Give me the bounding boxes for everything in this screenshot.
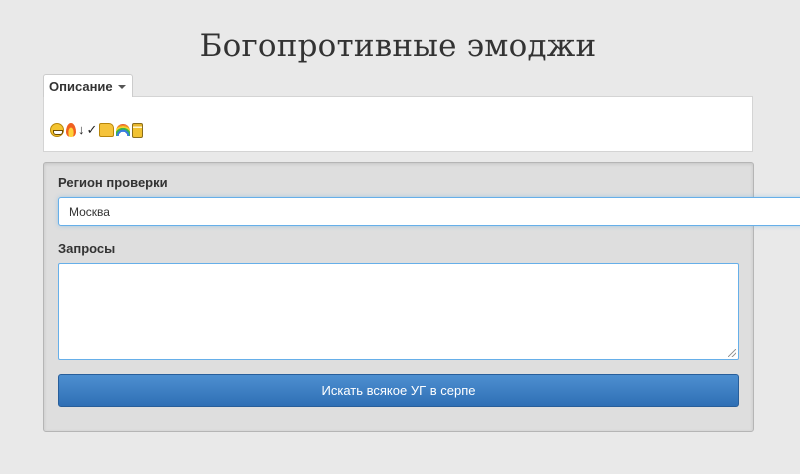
fire-icon <box>66 123 76 137</box>
thumbs-up-icon <box>99 123 115 137</box>
page-title: Богопротивные эмоджи <box>199 28 597 64</box>
grinning-face-icon <box>50 123 64 137</box>
page: Богопротивные эмоджи Описание ↓ ✓ Регион… <box>0 0 800 474</box>
honey-jar-icon <box>132 122 144 138</box>
queries-textarea[interactable] <box>58 263 739 360</box>
description-panel: ↓ ✓ <box>43 96 753 152</box>
description-dropdown-toggle[interactable]: Описание <box>43 74 133 97</box>
emoji-list: ↓ ✓ <box>50 122 144 138</box>
check-mark-icon: ✓ <box>86 122 98 137</box>
description-toggle-label: Описание <box>49 78 113 94</box>
resize-handle-icon[interactable] <box>728 349 736 357</box>
search-button[interactable]: Искать всякое УГ в серпе <box>58 374 739 407</box>
region-label: Регион проверки <box>58 175 168 190</box>
search-form-panel: Регион проверки Запросы Искать всякое УГ… <box>43 162 800 432</box>
rainbow-icon <box>116 124 131 136</box>
region-input[interactable] <box>58 197 800 226</box>
down-arrow-icon: ↓ <box>78 122 85 137</box>
queries-label: Запросы <box>58 241 116 256</box>
caret-down-icon <box>117 84 126 89</box>
